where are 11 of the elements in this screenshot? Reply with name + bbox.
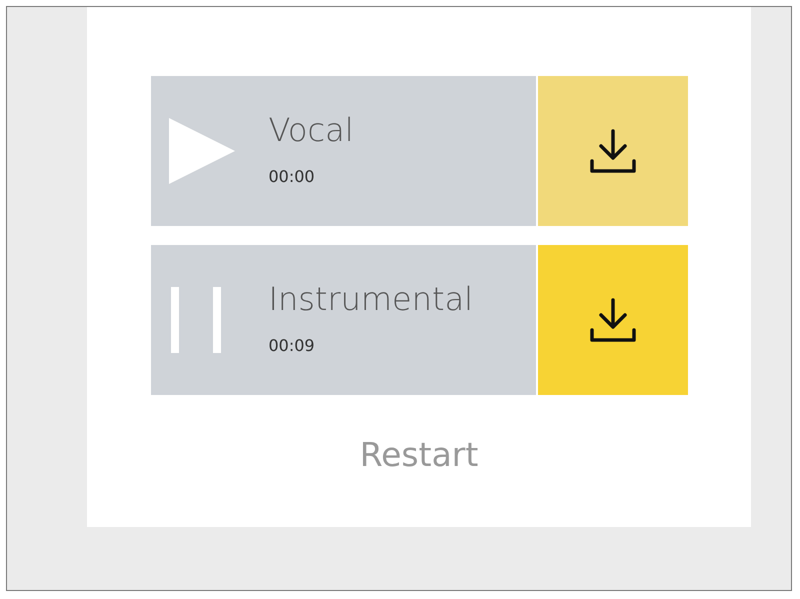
- download-button[interactable]: [538, 76, 688, 226]
- pause-icon: [168, 287, 222, 353]
- download-icon: [588, 296, 636, 344]
- track-time: 00:09: [268, 336, 316, 354]
- track-name: Vocal: [268, 110, 354, 148]
- download-button[interactable]: [538, 245, 688, 395]
- play-icon: [168, 118, 234, 184]
- track-name: Instrumental: [268, 280, 474, 318]
- download-icon: [588, 127, 636, 175]
- track-time: 00:00: [268, 166, 316, 186]
- restart-button[interactable]: Restart: [356, 435, 482, 474]
